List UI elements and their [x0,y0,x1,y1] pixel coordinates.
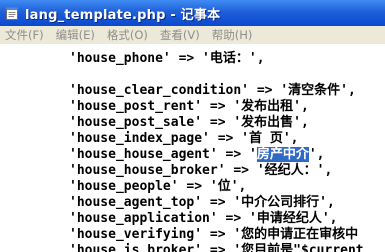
code-line: 'house_agent_top' => '中介公司排行', [69,195,335,210]
code-line: 'house_post_sale' => '发布出售', [69,115,309,130]
notepad-icon[interactable] [5,6,19,20]
window-title: lang_template.php - 记事本 [25,7,221,23]
code-line: 'house_application' => '申请经纪人', [69,211,338,226]
text-editor-area[interactable]: 'house_phone' => '电话：', 'house_clear_con… [0,44,385,252]
menu-edit[interactable]: 编辑(E) [51,27,102,43]
menu-bar: 文件(F) 编辑(E) 格式(O) 查看(V) 帮助(H) [0,26,385,44]
code-line: 'house_verifying' => '您的申请正在审核中 [69,227,359,242]
title-bar[interactable]: lang_template.php - 记事本 [0,0,385,26]
menu-view[interactable]: 查看(V) [155,27,207,43]
code-line: 'house_people' => '位', [69,179,247,194]
code-line: 'house_house_broker' => '经纪人：', [69,163,333,178]
notepad-window: lang_template.php - 记事本 文件(F) 编辑(E) 格式(O… [0,0,385,252]
code-line: 'house_clear_condition' => '清空条件', [69,83,356,98]
code-line: 'house_post_rent' => '发布出租', [69,99,309,114]
selected-text[interactable]: 房产中介 [256,147,309,162]
code-text: 'house_house_agent' => ' [69,147,257,162]
menu-format[interactable]: 格式(O) [102,27,155,43]
code-line: 'house_is_broker' => '您目前是"$current [69,243,364,252]
code-text: ', [308,147,325,162]
menu-file[interactable]: 文件(F) [0,27,51,43]
code-line: 'house_index_page' => '首 页', [69,131,299,146]
menu-help[interactable]: 帮助(H) [207,27,260,43]
code-line: 'house_house_agent' => '房产中介', [69,147,325,163]
code-line: 'house_phone' => '电话：', [69,51,265,66]
